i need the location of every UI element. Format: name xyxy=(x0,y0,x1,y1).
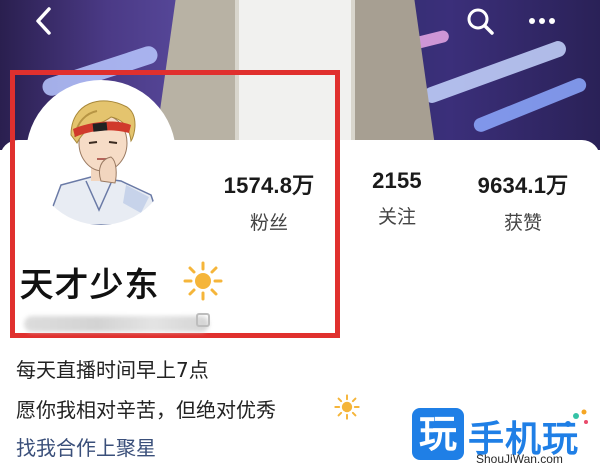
account-id-blurred xyxy=(24,316,209,332)
stat-label: 获赞 xyxy=(503,212,542,234)
avatar-illustration xyxy=(31,85,171,225)
stat-label: 关注 xyxy=(377,206,416,228)
stat-fans[interactable]: 1574.8万 粉丝 xyxy=(210,168,328,235)
username: 天才少东 xyxy=(20,265,160,304)
stat-value: 9634.1万 xyxy=(477,173,569,198)
sun-icon xyxy=(334,394,360,420)
watermark-logo: 玩 xyxy=(412,408,464,460)
search-icon xyxy=(467,8,494,35)
watermark-dots-icon xyxy=(565,409,588,427)
watermark-url: ShouJiWan.com xyxy=(476,452,563,466)
back-button[interactable] xyxy=(22,4,66,38)
back-icon xyxy=(36,7,51,35)
stat-likes[interactable]: 9634.1万 获赞 xyxy=(460,168,586,235)
stat-value: 2155 xyxy=(372,168,422,193)
bio-link[interactable]: 找我合作上聚星 xyxy=(16,432,156,461)
sun-icon xyxy=(183,261,223,301)
avatar[interactable] xyxy=(26,80,176,230)
bio-line: 每天直播时间早上7点 xyxy=(16,358,209,382)
more-button[interactable] xyxy=(520,4,564,38)
stat-value: 1574.8万 xyxy=(223,173,315,198)
search-button[interactable] xyxy=(458,4,502,38)
more-icon xyxy=(529,18,555,24)
copy-icon[interactable] xyxy=(196,313,210,327)
bio-line: 愿你我相对辛苦，但绝对优秀 xyxy=(16,398,276,422)
stat-label: 粉丝 xyxy=(249,212,288,234)
stat-following[interactable]: 2155 关注 xyxy=(352,168,442,229)
